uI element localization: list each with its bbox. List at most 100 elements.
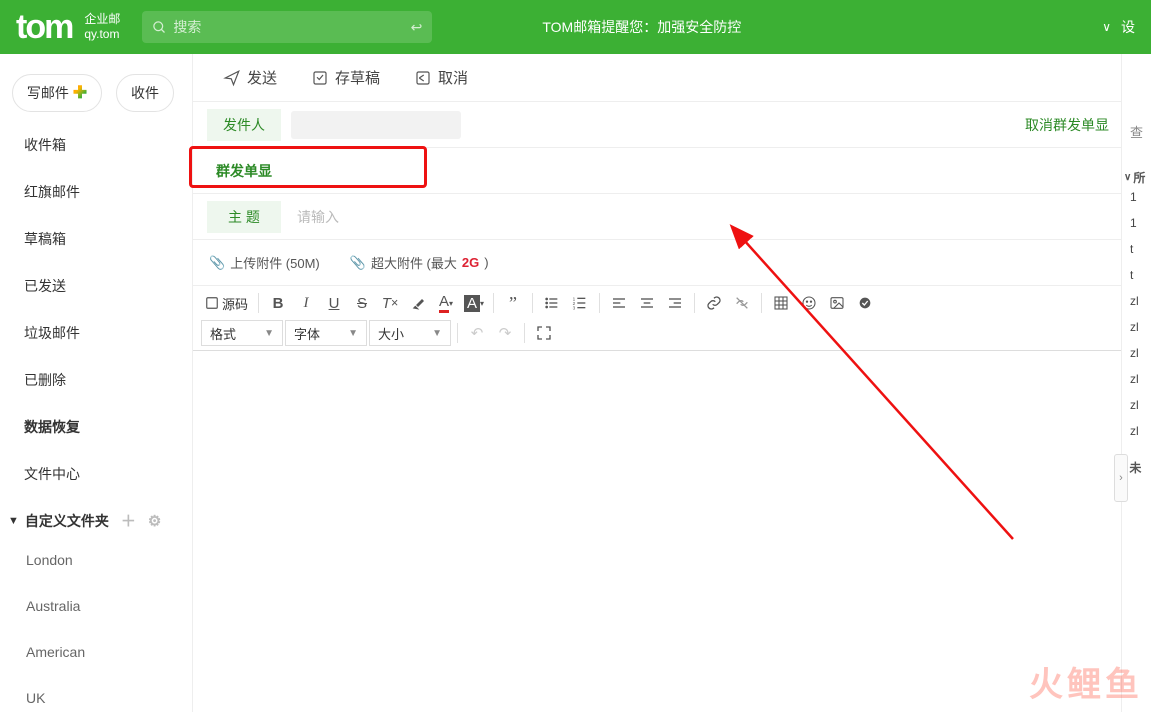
contact-item[interactable]: 1	[1122, 216, 1151, 242]
sidebar-recover[interactable]: 数据恢复	[0, 404, 192, 451]
sender-value[interactable]	[291, 111, 461, 139]
add-folder-icon[interactable]: ＋	[121, 510, 136, 531]
cancel-group-link[interactable]: 取消群发单显	[1025, 115, 1109, 135]
strike-button[interactable]: S	[349, 290, 375, 316]
ol-icon: 123	[572, 295, 588, 311]
redo-button[interactable]: ↷	[492, 320, 518, 346]
sidebar-files[interactable]: 文件中心	[0, 451, 192, 498]
font-select[interactable]: 字体▼	[285, 320, 367, 346]
contact-item[interactable]: zl	[1122, 346, 1151, 372]
pane-expander[interactable]: ›	[1114, 454, 1128, 502]
folder-australia[interactable]: Australia	[0, 583, 192, 629]
font-color-button[interactable]: A▾	[433, 290, 459, 316]
bg-color-button[interactable]: A▾	[461, 290, 487, 316]
folder-uk[interactable]: UK	[0, 675, 192, 721]
source-icon	[205, 296, 219, 310]
action-bar: 发送 存草稿 取消	[193, 54, 1121, 102]
upload-attachment[interactable]: 📎 上传附件 (50M)	[209, 253, 320, 272]
undo-button[interactable]: ↶	[464, 320, 490, 346]
brand-line2: qy.tom	[84, 27, 120, 42]
search-icon	[152, 20, 167, 35]
clip-icon: 📎	[209, 255, 225, 271]
contact-item[interactable]: t	[1122, 242, 1151, 268]
font-label: 字体	[294, 324, 320, 343]
contact-item[interactable]: zl	[1122, 294, 1151, 320]
sidebar-trash[interactable]: 垃圾邮件	[0, 310, 192, 357]
brand-line1: 企业邮	[84, 12, 120, 27]
contact-item[interactable]: t	[1122, 268, 1151, 294]
align-right-icon	[667, 295, 683, 311]
search-box[interactable]: ↩	[142, 11, 432, 43]
search-input[interactable]	[173, 19, 410, 35]
header-tip: TOM邮箱提醒您：加强安全防控	[542, 17, 741, 37]
group-send-label: 群发单显	[207, 155, 281, 187]
highlight-button[interactable]	[405, 290, 431, 316]
sidebar-inbox[interactable]: 收件箱	[0, 122, 192, 169]
ul-button[interactable]	[539, 290, 565, 316]
bold-button[interactable]: B	[265, 290, 291, 316]
save-draft-button[interactable]: 存草稿	[311, 67, 380, 88]
compose-panel: 发送 存草稿 取消 发件人 取消群发单显 群发单显 主 题	[192, 54, 1121, 712]
right-header[interactable]: ∨所	[1122, 164, 1151, 190]
source-button[interactable]: 源码	[201, 294, 252, 313]
sidebar-deleted[interactable]: 已删除	[0, 357, 192, 404]
emoji-icon	[801, 295, 817, 311]
table-icon	[773, 295, 789, 311]
settings-link[interactable]: 设	[1121, 17, 1135, 37]
align-left-button[interactable]	[606, 290, 632, 316]
group-send-row[interactable]: 群发单显	[193, 148, 1121, 194]
folder-american[interactable]: American	[0, 629, 192, 675]
editor-area[interactable]	[193, 351, 1121, 701]
contact-item[interactable]: zl	[1122, 424, 1151, 450]
emoji-button[interactable]	[796, 290, 822, 316]
contact-item[interactable]: zl	[1122, 320, 1151, 346]
big-attach-pre: 超大附件 (最大	[371, 253, 457, 272]
big-attachment[interactable]: 📎 超大附件 (最大 2G)	[350, 253, 489, 272]
top-bar: tom 企业邮 qy.tom ↩ TOM邮箱提醒您：加强安全防控 ∨ 设	[0, 0, 1151, 54]
cancel-icon	[414, 69, 432, 87]
image-button[interactable]	[824, 290, 850, 316]
ol-button[interactable]: 123	[567, 290, 593, 316]
clear-format-button[interactable]: T×	[377, 290, 403, 316]
upload-label: 上传附件 (50M)	[230, 253, 320, 272]
right-search[interactable]: 查	[1130, 122, 1143, 141]
underline-button[interactable]: U	[321, 290, 347, 316]
send-button[interactable]: 发送	[223, 67, 277, 88]
sidebar-sent[interactable]: 已发送	[0, 263, 192, 310]
contact-item[interactable]: 1	[1122, 190, 1151, 216]
receive-button[interactable]: 收件	[116, 74, 174, 112]
align-center-button[interactable]	[634, 290, 660, 316]
format-label: 格式	[210, 324, 236, 343]
sidebar: 写邮件 ✚ 收件 收件箱 红旗邮件 草稿箱 已发送 垃圾邮件 已删除 数据恢复 …	[0, 54, 192, 712]
size-select[interactable]: 大小▼	[369, 320, 451, 346]
unlink-button[interactable]	[729, 290, 755, 316]
contact-item[interactable]: zl	[1122, 372, 1151, 398]
clip-icon: 📎	[350, 255, 366, 271]
folder-london[interactable]: London	[0, 537, 192, 583]
custom-folder-header[interactable]: ▼ 自定义文件夹 ＋ ⚙	[0, 498, 192, 537]
subject-input[interactable]	[281, 209, 1121, 225]
format-select[interactable]: 格式▼	[201, 320, 283, 346]
italic-button[interactable]: I	[293, 290, 319, 316]
send-label: 发送	[247, 67, 277, 88]
size-label: 大小	[378, 324, 404, 343]
marker-icon	[410, 295, 426, 311]
cancel-button[interactable]: 取消	[414, 67, 468, 88]
paste-button[interactable]	[852, 290, 878, 316]
align-left-icon	[611, 295, 627, 311]
sidebar-draft[interactable]: 草稿箱	[0, 216, 192, 263]
user-menu-chevron-icon[interactable]: ∨	[1102, 20, 1111, 34]
big-attach-size: 2G	[462, 255, 479, 270]
contact-item[interactable]: zl	[1122, 398, 1151, 424]
link-button[interactable]	[701, 290, 727, 316]
right-pane: 查 ∨所 1 1 t t zl zl zl zl zl zl ›未 ›	[1121, 54, 1151, 712]
gear-icon[interactable]: ⚙	[148, 512, 161, 530]
sender-row: 发件人 取消群发单显	[193, 102, 1121, 148]
fullscreen-button[interactable]	[531, 320, 557, 346]
quote-button[interactable]: ”	[500, 290, 526, 316]
compose-button[interactable]: 写邮件 ✚	[12, 74, 102, 112]
sidebar-flag[interactable]: 红旗邮件	[0, 169, 192, 216]
enter-icon: ↩	[411, 19, 423, 36]
align-right-button[interactable]	[662, 290, 688, 316]
table-button[interactable]	[768, 290, 794, 316]
